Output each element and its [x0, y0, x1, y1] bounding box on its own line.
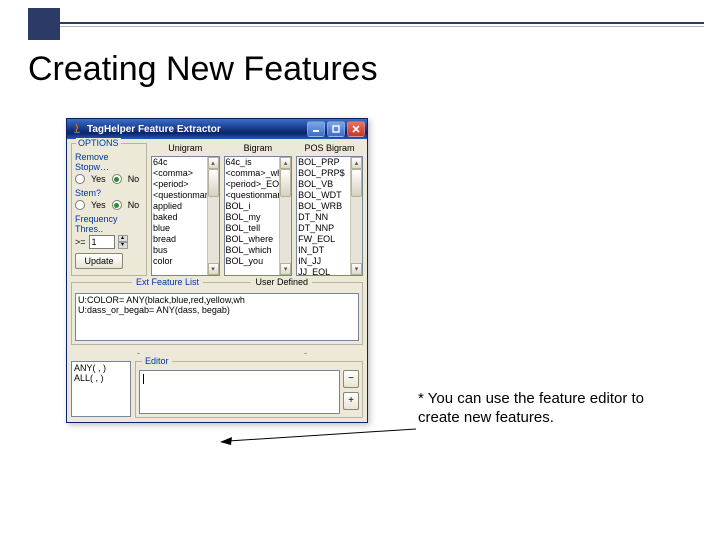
ext-feature-list[interactable]: U:COLOR= ANY(black,blue,red,yellow,wh U:… — [75, 293, 359, 341]
maximize-button[interactable] — [327, 121, 345, 137]
radio-no-label-2: No — [128, 200, 140, 210]
scroll-thumb[interactable] — [280, 169, 291, 197]
options-title: OPTIONS — [76, 138, 121, 148]
add-feature-button[interactable]: + — [343, 392, 359, 410]
freq-down-button[interactable]: ▾ — [118, 242, 128, 249]
bigram-header: Bigram — [224, 143, 293, 156]
unigram-listbox[interactable]: 64c <comma> <period> <questionmark> appl… — [151, 156, 220, 276]
pos-bigram-column: POS Bigram BOL_PRP BOL_PRP$ BOL_VB BOL_W… — [296, 143, 363, 276]
editor-panel: Editor − + — [135, 361, 363, 418]
stem-no-radio[interactable] — [112, 200, 122, 210]
close-button[interactable] — [347, 121, 365, 137]
slide-caption: * You can use the feature editor to crea… — [418, 390, 688, 428]
remove-stopw-no-radio[interactable] — [112, 174, 122, 184]
scroll-up-icon[interactable]: ▴ — [280, 157, 291, 169]
remove-stopwords-label: Remove Stopw… — [75, 152, 143, 172]
editor-input[interactable] — [139, 370, 340, 414]
list-item[interactable]: U:COLOR= ANY(black,blue,red,yellow,wh — [78, 295, 356, 305]
radio-yes-label-2: Yes — [91, 200, 106, 210]
titlebar[interactable]: TagHelper Feature Extractor — [67, 119, 367, 139]
remove-stopw-yes-radio[interactable] — [75, 174, 85, 184]
ext-feature-section: Ext Feature List User Defined U:COLOR= A… — [71, 282, 363, 345]
slide-accent-line — [60, 22, 704, 24]
slide-title: Creating New Features — [28, 50, 378, 89]
minimize-button[interactable] — [307, 121, 325, 137]
scroll-up-icon[interactable]: ▴ — [351, 157, 362, 169]
stem-yes-radio[interactable] — [75, 200, 85, 210]
scroll-down-icon[interactable]: ▾ — [208, 263, 219, 275]
unigram-column: Unigram 64c <comma> <period> <questionma… — [151, 143, 220, 276]
freq-op: >= — [75, 237, 86, 247]
scroll-up-icon[interactable]: ▴ — [208, 157, 219, 169]
scroll-thumb[interactable] — [208, 169, 219, 197]
freq-up-button[interactable]: ▴ — [118, 235, 128, 242]
slide-accent-square — [28, 8, 60, 40]
app-window: TagHelper Feature Extractor OPTIONS Remo… — [66, 118, 368, 423]
remove-feature-button[interactable]: − — [343, 370, 359, 388]
scroll-down-icon[interactable]: ▾ — [280, 263, 291, 275]
bigram-column: Bigram 64c_is <comma>_whic <period>_EOL … — [224, 143, 293, 276]
radio-no-label: No — [128, 174, 140, 184]
pos-bigram-scrollbar[interactable]: ▴ ▾ — [350, 157, 362, 275]
function-list[interactable]: ANY( , ) ALL( , ) — [71, 361, 131, 417]
pos-bigram-listbox[interactable]: BOL_PRP BOL_PRP$ BOL_VB BOL_WDT BOL_WRB … — [296, 156, 363, 276]
list-item[interactable]: ALL( , ) — [74, 373, 128, 383]
pointer-arrow — [220, 427, 416, 445]
stem-label: Stem? — [75, 188, 143, 198]
splitter[interactable]: -- — [67, 349, 367, 357]
java-icon — [71, 123, 83, 135]
scroll-down-icon[interactable]: ▾ — [351, 263, 362, 275]
update-button[interactable]: Update — [75, 253, 123, 269]
freq-thresh-label: Frequency Thres.. — [75, 214, 143, 234]
options-panel: OPTIONS Remove Stopw… Yes No Stem? Yes N… — [71, 143, 147, 276]
unigram-scrollbar[interactable]: ▴ ▾ — [207, 157, 219, 275]
freq-spinner[interactable]: 1 — [89, 235, 115, 249]
radio-yes-label: Yes — [91, 174, 106, 184]
bigram-listbox[interactable]: 64c_is <comma>_whic <period>_EOL <questi… — [224, 156, 293, 276]
bigram-scrollbar[interactable]: ▴ ▾ — [279, 157, 291, 275]
list-item[interactable]: ANY( , ) — [74, 363, 128, 373]
window-title: TagHelper Feature Extractor — [87, 124, 305, 135]
pos-bigram-header: POS Bigram — [296, 143, 363, 156]
scroll-thumb[interactable] — [351, 169, 362, 197]
user-defined-label: User Defined — [251, 277, 312, 287]
slide-accent-line-thin — [60, 26, 704, 27]
unigram-header: Unigram — [151, 143, 220, 156]
list-item[interactable]: U:dass_or_begab= ANY(dass, begab) — [78, 305, 356, 315]
ext-feature-title: Ext Feature List — [132, 277, 203, 287]
editor-title: Editor — [142, 356, 172, 366]
